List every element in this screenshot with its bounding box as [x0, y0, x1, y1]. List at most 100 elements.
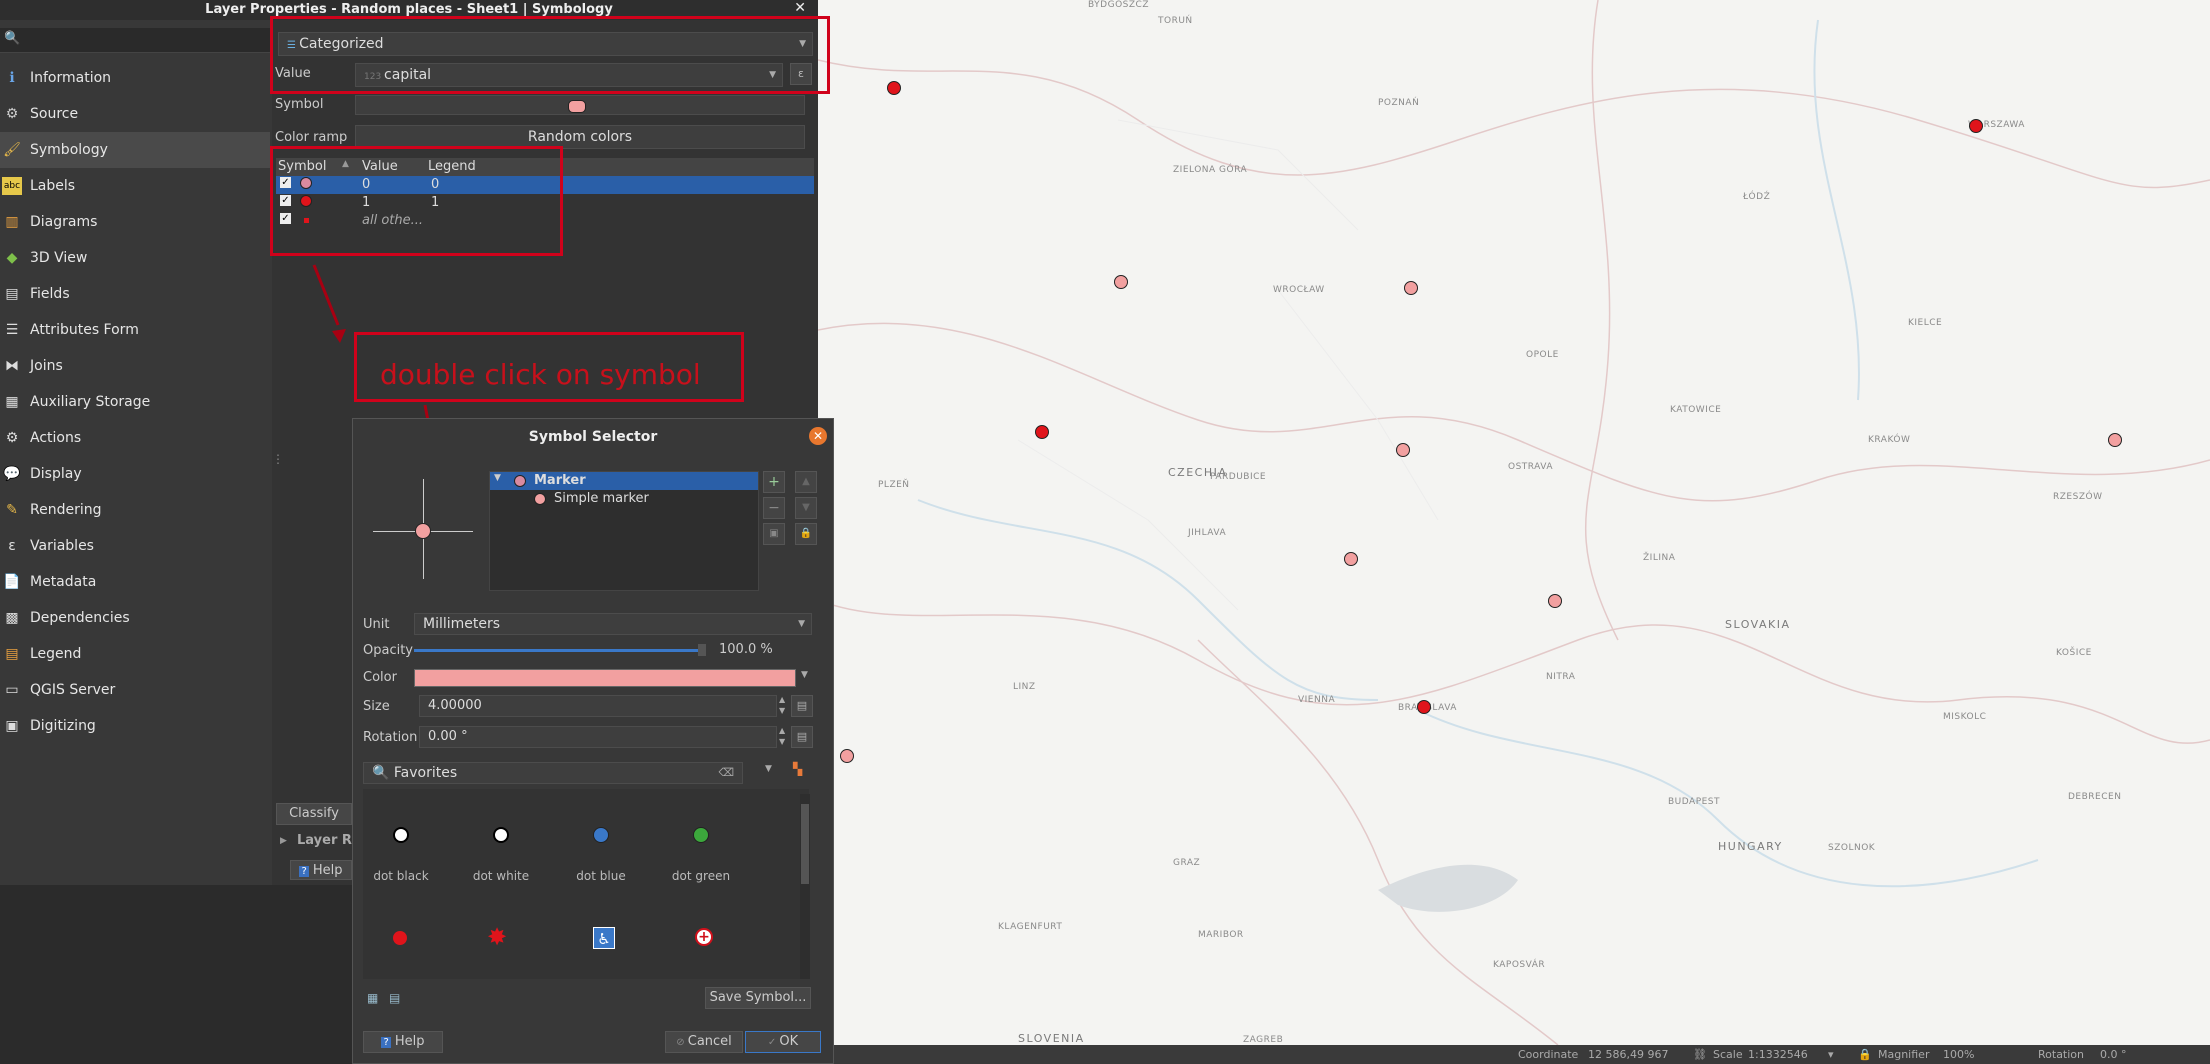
help-button[interactable]: ? Help — [363, 1031, 443, 1053]
sidebar-item-rendering[interactable]: ✎ Rendering — [0, 492, 270, 528]
lock-icon[interactable]: ⛓ — [1693, 1048, 1707, 1061]
sidebar-item-information[interactable]: ℹ Information — [0, 60, 270, 96]
sidebar-item-legend[interactable]: ▤ Legend — [0, 636, 270, 672]
map-label: WROCŁAW — [1273, 285, 1325, 295]
map-label: SZOLNOK — [1828, 843, 1876, 853]
sidebar-item-label: Dependencies — [30, 610, 130, 626]
info-icon: ℹ — [9, 70, 15, 86]
ok-button[interactable]: ✓ OK — [745, 1031, 821, 1053]
list-view-icon[interactable]: ▤ — [389, 991, 400, 1005]
save-symbol-button[interactable]: Save Symbol... — [705, 987, 811, 1009]
sidebar-item-variables[interactable]: ε Variables — [0, 528, 270, 564]
favorite-symbol[interactable]: dot green — [651, 827, 751, 883]
tree-item-marker[interactable]: ▼ Marker — [490, 472, 758, 490]
cancel-button[interactable]: ⊘ Cancel — [665, 1031, 743, 1053]
source-icon: ⚙ — [5, 106, 19, 122]
magnifier-label: Magnifier — [1878, 1048, 1930, 1061]
wheelchair-icon[interactable]: ♿ — [593, 927, 615, 949]
map-canvas[interactable]: BYDGOSZCZ TORUŃ POZNAŃ WARSZAWA ŁÓDŹ ZIE… — [818, 0, 2210, 1045]
sidebar-item-display[interactable]: 💬 Display — [0, 456, 270, 492]
opacity-slider[interactable] — [414, 649, 704, 652]
sidebar-item-fields[interactable]: ▤ Fields — [0, 276, 270, 312]
coordinate-value[interactable]: 12 586,49 967 — [1588, 1048, 1668, 1061]
metadata-icon: 📄 — [3, 574, 21, 590]
sidebar-item-digitizing[interactable]: ▣ Digitizing — [0, 708, 270, 744]
chevron-down-icon[interactable]: ▼ — [765, 764, 772, 774]
duplicate-layer-button[interactable]: ▣ — [763, 523, 785, 545]
remove-layer-button[interactable]: − — [763, 497, 785, 519]
sidebar-item-auxiliary-storage[interactable]: ▦ Auxiliary Storage — [0, 384, 270, 420]
map-label: MARIBOR — [1198, 930, 1244, 940]
sidebar-item-3d-view[interactable]: ◆ 3D View — [0, 240, 270, 276]
sidebar-item-qgis-server[interactable]: ▭ QGIS Server — [0, 672, 270, 708]
lock-icon[interactable]: 🔒 — [795, 523, 817, 545]
red-dot-icon[interactable] — [393, 931, 407, 945]
map-label: ZIELONA GÓRA — [1173, 165, 1248, 175]
help-button[interactable]: ? Help — [290, 860, 352, 880]
spin-down-icon[interactable]: ▼ — [779, 737, 785, 746]
map-point — [1035, 425, 1049, 439]
sidebar-item-attributes-form[interactable]: ☰ Attributes Form — [0, 312, 270, 348]
sidebar-item-dependencies[interactable]: ▩ Dependencies — [0, 600, 270, 636]
spin-up-icon[interactable]: ▲ — [779, 695, 785, 704]
classify-button[interactable]: Classify — [276, 803, 352, 825]
lock-icon[interactable]: 🔒 — [1858, 1048, 1872, 1061]
spin-up-icon[interactable]: ▲ — [779, 726, 785, 735]
move-up-icon[interactable]: ▲ — [795, 471, 817, 493]
add-layer-button[interactable]: + — [763, 471, 785, 493]
tree-item-simple-marker[interactable]: Simple marker — [490, 490, 758, 508]
sidebar-item-source[interactable]: ⚙ Source — [0, 96, 270, 132]
map-label: PARDUBICE — [1210, 472, 1267, 482]
data-defined-override-icon[interactable]: ▤ — [791, 726, 813, 748]
data-defined-override-icon[interactable]: ▤ — [791, 695, 813, 717]
fields-icon: ▤ — [5, 286, 19, 302]
sidebar-item-metadata[interactable]: 📄 Metadata — [0, 564, 270, 600]
sidebar-item-labels[interactable]: abc Labels — [0, 168, 270, 204]
rotation-value[interactable]: 0.0 ° — [2100, 1048, 2127, 1061]
unit-select[interactable]: Millimeters ▼ — [414, 613, 812, 635]
favorite-symbol[interactable]: dot black — [351, 827, 451, 883]
sidebar-item-label: Variables — [30, 538, 94, 554]
favorites-scrollbar[interactable] — [800, 794, 810, 979]
sidebar-item-actions[interactable]: ⚙ Actions — [0, 420, 270, 456]
sidebar-item-joins[interactable]: ⧓ Joins — [0, 348, 270, 384]
sidebar-item-diagrams[interactable]: ▥ Diagrams — [0, 204, 270, 240]
symbol-button[interactable] — [355, 95, 805, 115]
chevron-down-icon[interactable]: ▾ — [1828, 1048, 1834, 1061]
layer-rendering-group[interactable]: Layer R — [297, 833, 352, 848]
close-icon[interactable]: ✕ — [809, 427, 827, 445]
chevron-right-icon[interactable]: ▶ — [280, 836, 287, 846]
chevron-down-icon[interactable]: ▼ — [801, 670, 808, 680]
size-input[interactable]: 4.00000 — [419, 695, 777, 717]
favorites-grid: dot black dot white dot blue dot green ✸… — [363, 789, 809, 979]
symbol-search-input[interactable]: 🔍 Favorites ⌫ — [363, 762, 743, 784]
map-label: KOŠICE — [2056, 648, 2092, 658]
help-icon: ? — [299, 866, 309, 877]
opacity-value[interactable]: 100.0 % — [719, 642, 773, 657]
chevron-down-icon[interactable]: ▼ — [494, 473, 501, 483]
scrollbar-thumb[interactable] — [801, 804, 809, 884]
annotation-box-table — [270, 146, 563, 256]
splitter-handle[interactable]: ⋮ — [272, 452, 284, 466]
favorite-symbol[interactable]: dot blue — [551, 827, 651, 883]
clear-icon[interactable]: ⌫ — [718, 763, 734, 783]
magnifier-value[interactable]: 100% — [1943, 1048, 1974, 1061]
map-label: OSTRAVA — [1508, 462, 1554, 472]
close-icon[interactable]: ✕ — [794, 0, 806, 16]
scale-value[interactable]: 1:1332546 — [1748, 1048, 1808, 1061]
opacity-slider-handle[interactable] — [698, 644, 706, 656]
sidebar: ℹ Information ⚙ Source 🖌 Symbology abc Label… — [0, 60, 270, 744]
red-star-icon[interactable]: ✸ — [487, 925, 507, 949]
spin-down-icon[interactable]: ▼ — [779, 706, 785, 715]
red-cross-icon[interactable]: + — [695, 928, 713, 946]
sidebar-search-input[interactable]: 🔍 — [0, 28, 270, 53]
color-button[interactable] — [414, 669, 796, 687]
sidebar-item-symbology[interactable]: 🖌 Symbology — [0, 132, 270, 168]
map-label: BUDAPEST — [1668, 797, 1721, 807]
style-manager-icon[interactable]: ▚ — [793, 762, 802, 776]
icon-view-icon[interactable]: ▦ — [367, 991, 378, 1005]
search-icon: 🔍 — [372, 765, 394, 781]
rotation-input[interactable]: 0.00 ° — [419, 726, 777, 748]
move-down-icon[interactable]: ▼ — [795, 497, 817, 519]
favorite-symbol[interactable]: dot white — [451, 827, 551, 883]
